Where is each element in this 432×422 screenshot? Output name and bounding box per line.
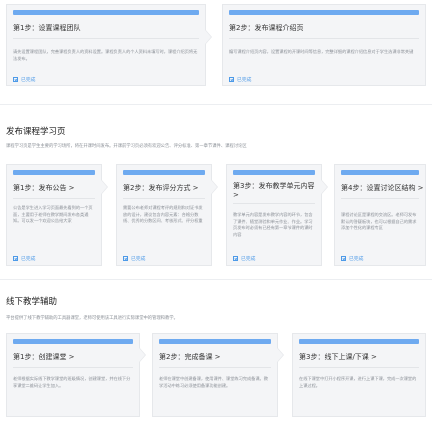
card-desc: 老师根据实际线下教学课堂的班级情况，创建课堂，并在线下分享课堂二维码让学生加入。	[13, 376, 131, 388]
step-card-team[interactable]: 第1步：设置课程团队 请先设置课程团队，完善课程负责人的资料设置。课程负责人的个…	[6, 4, 206, 86]
progress-bar	[13, 170, 95, 175]
card-title: 第3步：线下上课/下课 >	[299, 353, 377, 361]
step-card-class-session[interactable]: 第3步：线下上课/下课 > 在线下课堂中打开小程序开课，进行上课下课，完成一次课…	[292, 333, 426, 417]
arrow-icon	[211, 179, 218, 195]
step-card-units[interactable]: 第3步：发布教学单元内容 > 教学单元内容是发布教学内容的环节，包含了课件、随堂…	[226, 164, 322, 266]
step-card-forum[interactable]: 第4步：设置讨论区结构 > 课程讨论区是课程的交流区。老师可发布默认的答疑板块，…	[334, 164, 426, 266]
arrow-icon	[205, 29, 212, 45]
divider	[123, 198, 205, 199]
arrow-icon	[101, 179, 108, 195]
card-title: 第2步：发布评分方式 >	[123, 184, 199, 192]
card-desc: 老师在课堂中创建备课，使用课件、课堂练习完成备课。教学活动中练习必须使用备课功能…	[159, 376, 268, 388]
divider	[13, 38, 199, 39]
progress-bar	[13, 10, 199, 15]
status-completed: 已完成	[341, 255, 363, 262]
divider	[341, 198, 419, 199]
arrow-icon	[321, 179, 328, 195]
step-card-announcement[interactable]: 第1步：发布公告 > 公告是学生进入学习页面最先看到的一个页面，主要用于老师在教…	[6, 164, 102, 266]
section-desc: 平台提供了线下教学辅助的工具器课堂，老师可使用该工具进行实际课堂中的管理和教学。	[6, 316, 178, 321]
section-divider	[0, 104, 432, 105]
check-icon	[13, 77, 18, 82]
step-card-create-class[interactable]: 第1步：创建课堂 > 老师根据实际线下教学课堂的班级情况，创建课堂，并在线下分享…	[6, 333, 140, 417]
status-completed: 已完成	[123, 255, 145, 262]
step-card-grading[interactable]: 第2步：发布评分方式 > 需要公布老师对课程考评的规则和对证书发放的设计，建议包…	[116, 164, 212, 266]
card-title: 第4步：设置讨论区结构 >	[341, 184, 424, 192]
progress-bar	[159, 339, 271, 344]
card-desc: 编写课程介绍页内容，设置课程的开课时间等信息，完整详细的课程介绍信息对于学生选课…	[229, 49, 414, 54]
divider	[13, 367, 133, 368]
progress-bar	[233, 170, 315, 175]
card-title: 第1步：设置课程团队	[13, 24, 81, 32]
check-icon	[233, 256, 238, 261]
status-completed: 已完成	[13, 76, 35, 83]
card-title: 第1步：创建课堂 >	[13, 353, 75, 361]
status-completed: 已完成	[13, 255, 35, 262]
section-title: 线下教学辅助	[6, 297, 58, 307]
divider	[229, 38, 419, 39]
progress-bar	[299, 339, 419, 344]
progress-bar	[13, 339, 133, 344]
step-card-intro[interactable]: 第2步：发布课程介绍页 编写课程介绍页内容，设置课程的开课时间等信息，完整详细的…	[222, 4, 426, 86]
card-desc: 需要公布老师对课程考评的规则和对证书发放的设计，建议包含内容元素：合格分数线、优…	[123, 205, 203, 224]
card-desc: 课程讨论区是课程的交流区。老师可发布默认的答疑板块，也可以根据自己的需求添加个性…	[341, 212, 417, 231]
check-icon	[229, 77, 234, 82]
section-divider	[0, 279, 432, 280]
divider	[13, 198, 95, 199]
divider	[233, 203, 315, 204]
divider	[299, 367, 419, 368]
card-desc: 在线下课堂中打开小程序开课，进行上课下课，完成一次课堂的上课过程。	[299, 376, 417, 388]
progress-bar	[229, 10, 419, 15]
step-card-prepare[interactable]: 第2步：完成备课 > 老师在课堂中创建备课，使用课件、课堂练习完成备课。教学活动…	[152, 333, 278, 417]
card-title: 第1步：发布公告 >	[13, 184, 75, 192]
arrow-icon	[277, 347, 284, 363]
progress-bar	[341, 170, 419, 175]
check-icon	[123, 256, 128, 261]
divider	[159, 367, 271, 368]
section-desc: 课程学习页是学生主要的学习场所，将在开课时间发布。开课前学习页必须有欢迎公告、评…	[6, 144, 247, 149]
card-desc: 请先设置课程团队，完善课程负责人的资料设置。课程负责人的个人资料未填写时，课程介…	[13, 49, 198, 61]
card-desc: 教学单元内容是发布教学内容的环节，包含了课件、随堂测验和单元作业、作业。学习页发…	[233, 212, 313, 237]
section-title: 发布课程学习页	[6, 127, 66, 137]
arrow-icon	[139, 347, 146, 363]
card-desc: 公告是学生进入学习页面最先看到的一个页面，主要用于老师在教学期间发布各类通知。可…	[13, 205, 93, 224]
check-icon	[13, 256, 18, 261]
card-title: 第2步：完成备课 >	[159, 353, 221, 361]
status-completed: 已完成	[233, 255, 255, 262]
card-title: 第3步：发布教学单元内容 >	[233, 182, 315, 199]
progress-bar	[123, 170, 205, 175]
check-icon	[341, 256, 346, 261]
card-title: 第2步：发布课程介绍页	[229, 24, 304, 32]
status-completed: 已完成	[229, 76, 251, 83]
